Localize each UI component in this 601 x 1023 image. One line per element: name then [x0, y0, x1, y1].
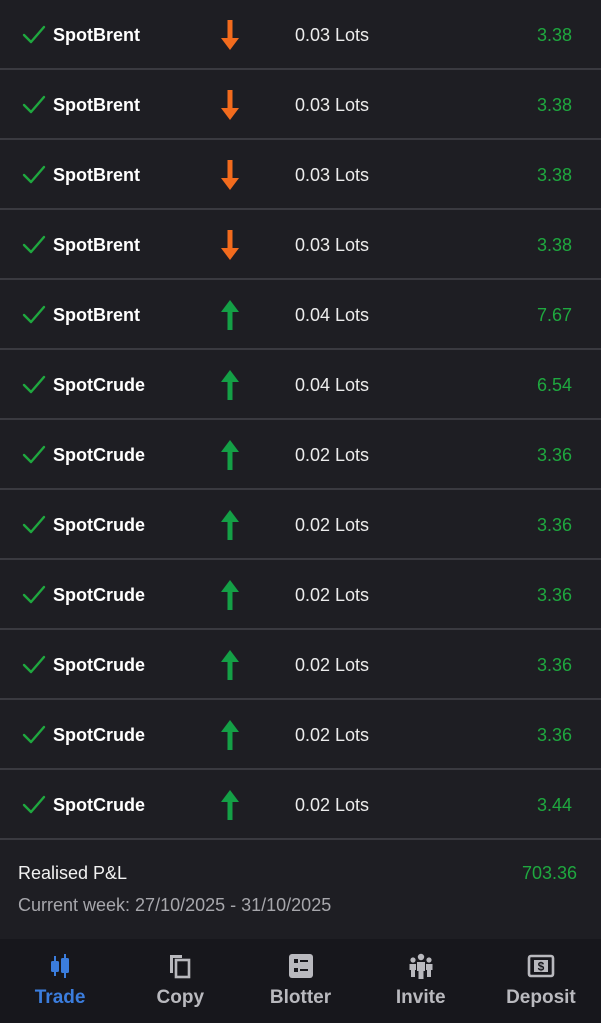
- svg-text:$: $: [538, 960, 545, 974]
- trade-row[interactable]: SpotBrent 0.04 Lots 7.67: [0, 280, 601, 350]
- trade-volume: 0.04 Lots: [295, 375, 370, 395]
- realised-pnl-label: Realised P&L: [18, 863, 128, 883]
- trade-profit: 3.36: [536, 655, 572, 675]
- arrow-down-icon: [221, 90, 239, 120]
- trade-profit: 3.38: [536, 95, 572, 115]
- arrow-up-icon: [221, 440, 239, 470]
- trade-row[interactable]: SpotBrent 0.03 Lots 3.38: [0, 140, 601, 210]
- trade-symbol: SpotBrent: [53, 25, 140, 45]
- trade-profit: 3.38: [536, 165, 572, 185]
- people-icon: [409, 953, 433, 979]
- trade-profit: 3.38: [536, 25, 572, 45]
- trade-symbol: SpotBrent: [53, 95, 140, 115]
- arrow-up-icon: [221, 790, 239, 820]
- trade-symbol: SpotCrude: [53, 445, 145, 465]
- trade-volume: 0.02 Lots: [295, 515, 370, 535]
- trade-profit: 3.36: [536, 445, 572, 465]
- trade-volume: 0.02 Lots: [295, 445, 370, 465]
- trade-volume: 0.03 Lots: [295, 95, 370, 115]
- nav-trade-label: Trade: [34, 987, 86, 1008]
- trade-profit: 3.36: [536, 585, 572, 605]
- copy-icon: [170, 955, 191, 979]
- trade-symbol: SpotCrude: [53, 585, 145, 605]
- trade-row[interactable]: SpotCrude 0.04 Lots 6.54: [0, 350, 601, 420]
- arrow-up-icon: [221, 510, 239, 540]
- trade-row[interactable]: SpotCrude 0.02 Lots 3.36: [0, 490, 601, 560]
- trade-symbol: SpotBrent: [53, 165, 140, 185]
- nav-blotter-label: Blotter: [269, 987, 332, 1008]
- nav-invite-label: Invite: [395, 987, 446, 1008]
- trade-row[interactable]: SpotBrent 0.03 Lots 3.38: [0, 0, 601, 70]
- arrow-up-icon: [221, 300, 239, 330]
- trade-profit: 6.54: [536, 375, 572, 395]
- nav-deposit-label: Deposit: [506, 987, 576, 1008]
- trade-volume: 0.04 Lots: [295, 305, 370, 325]
- arrow-up-icon: [221, 580, 239, 610]
- realised-pnl-value: 703.36: [521, 863, 577, 883]
- trade-row[interactable]: SpotBrent 0.03 Lots 3.38: [0, 210, 601, 280]
- trade-symbol: SpotCrude: [53, 725, 145, 745]
- trade-symbol: SpotBrent: [53, 305, 140, 325]
- trade-volume: 0.02 Lots: [295, 795, 370, 815]
- trade-row[interactable]: SpotBrent 0.03 Lots 3.38: [0, 70, 601, 140]
- trade-row[interactable]: SpotCrude 0.02 Lots 3.36: [0, 630, 601, 700]
- realised-pnl-summary: Realised P&L 703.36 Current week: 27/10/…: [0, 842, 601, 938]
- check-icon: [22, 305, 46, 324]
- trade-list: SpotBrent 0.03 Lots 3.38 SpotBrent 0.03 Lots…: [0, 0, 601, 840]
- trade-profit: 3.38: [536, 235, 572, 255]
- arrow-up-icon: [221, 370, 239, 400]
- check-icon: [22, 165, 46, 184]
- check-icon: [22, 25, 46, 44]
- trade-row[interactable]: SpotCrude 0.02 Lots 3.36: [0, 420, 601, 490]
- trade-symbol: SpotCrude: [53, 655, 145, 675]
- check-icon: [22, 585, 46, 604]
- check-icon: [22, 235, 46, 254]
- trade-symbol: SpotCrude: [53, 515, 145, 535]
- closed-trades-screen: SpotBrent 0.03 Lots 3.38 SpotBrent 0.03 Lots…: [0, 0, 601, 1023]
- trade-row[interactable]: SpotCrude 0.02 Lots 3.36: [0, 700, 601, 770]
- arrow-down-icon: [221, 230, 239, 260]
- check-icon: [22, 655, 46, 674]
- trade-symbol: SpotCrude: [53, 375, 145, 395]
- blotter-icon: [288, 954, 313, 978]
- arrow-down-icon: [221, 20, 239, 50]
- trade-volume: 0.03 Lots: [295, 235, 370, 255]
- nav-blotter[interactable]: Blotter: [240, 939, 360, 1023]
- check-icon: [22, 95, 46, 114]
- trade-volume: 0.03 Lots: [295, 165, 370, 185]
- check-icon: [22, 725, 46, 744]
- current-week-range: Current week: 27/10/2025 - 31/10/2025: [18, 895, 332, 915]
- trade-profit: 7.67: [536, 305, 572, 325]
- nav-invite[interactable]: Invite: [361, 939, 481, 1023]
- nav-copy[interactable]: Copy: [120, 939, 240, 1023]
- trade-symbol: SpotCrude: [53, 795, 145, 815]
- trade-volume: 0.02 Lots: [295, 585, 370, 605]
- trade-row[interactable]: SpotCrude 0.02 Lots 3.44: [0, 770, 601, 840]
- trade-profit: 3.36: [536, 515, 572, 535]
- bottom-navigation: Trade Copy Blotter Invite $ Deposit: [0, 939, 601, 1023]
- candlestick-icon: [51, 954, 70, 978]
- trade-row[interactable]: SpotCrude 0.02 Lots 3.36: [0, 560, 601, 630]
- trade-symbol: SpotBrent: [53, 235, 140, 255]
- nav-copy-label: Copy: [156, 987, 205, 1008]
- trade-volume: 0.02 Lots: [295, 725, 370, 745]
- arrow-up-icon: [221, 720, 239, 750]
- check-icon: [22, 515, 46, 534]
- nav-trade[interactable]: Trade: [0, 939, 120, 1023]
- trade-profit: 3.44: [536, 795, 572, 815]
- dollar-icon: $: [527, 954, 555, 978]
- check-icon: [22, 445, 46, 464]
- check-icon: [22, 375, 46, 394]
- trade-volume: 0.02 Lots: [295, 655, 370, 675]
- trade-profit: 3.36: [536, 725, 572, 745]
- arrow-down-icon: [221, 160, 239, 190]
- check-icon: [22, 795, 46, 814]
- trade-volume: 0.03 Lots: [295, 25, 370, 45]
- nav-deposit[interactable]: $ Deposit: [481, 939, 601, 1023]
- arrow-up-icon: [221, 650, 239, 680]
